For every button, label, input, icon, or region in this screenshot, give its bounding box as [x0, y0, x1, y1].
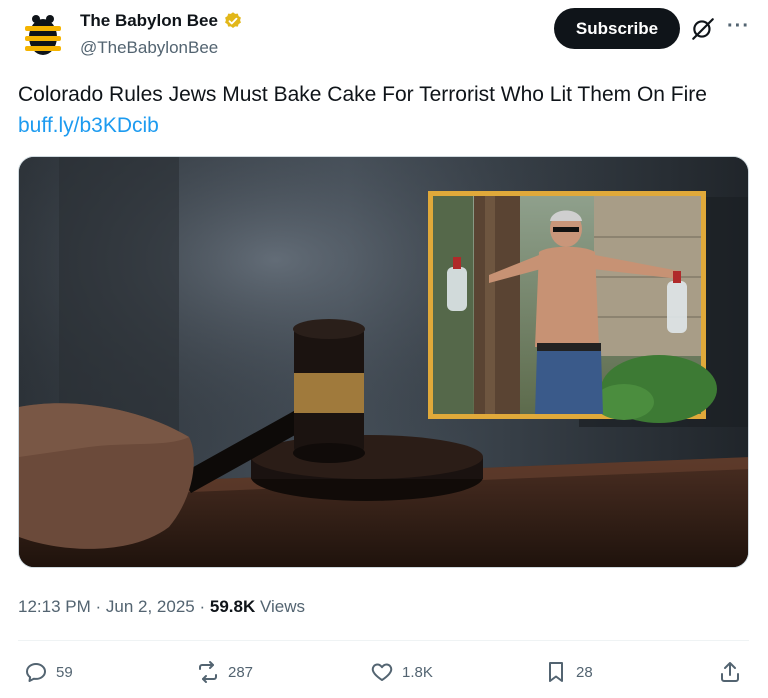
divider: [18, 640, 749, 641]
separator: ·: [199, 597, 210, 616]
reply-button[interactable]: 59: [24, 656, 73, 688]
like-count: 1.8K: [402, 663, 433, 681]
grok-icon[interactable]: [690, 16, 716, 42]
share-button[interactable]: [718, 656, 742, 688]
repost-count: 287: [228, 663, 254, 681]
heart-icon: [371, 663, 393, 681]
reply-count: 59: [56, 663, 73, 681]
share-icon: [721, 662, 739, 682]
subscribe-button[interactable]: Subscribe: [554, 8, 680, 49]
bookmark-icon: [549, 662, 563, 682]
bookmark-count: 28: [576, 663, 593, 681]
verified-badge-icon: [225, 12, 241, 28]
account-handle[interactable]: @TheBabylonBee: [80, 38, 218, 58]
post-date[interactable]: Jun 2, 2025: [106, 597, 195, 616]
gavel-photo: [19, 157, 748, 567]
post-link[interactable]: buff.ly/b3KDcib: [18, 114, 159, 138]
babylon-bee-logo-icon: [18, 10, 68, 60]
post-image[interactable]: [18, 156, 749, 568]
account-name[interactable]: The Babylon Bee: [80, 11, 243, 31]
views-label: Views: [259, 597, 306, 616]
like-button[interactable]: 1.8K: [370, 656, 433, 688]
repost-button[interactable]: 287: [196, 656, 253, 688]
separator: ·: [95, 597, 106, 616]
bookmark-button[interactable]: 28: [544, 656, 593, 688]
post-time[interactable]: 12:13 PM: [18, 597, 91, 616]
reply-icon: [26, 663, 46, 682]
post-text: Colorado Rules Jews Must Bake Cake For T…: [18, 83, 707, 106]
post-timestamp: 12:13 PM · Jun 2, 2025 · 59.8K Views: [18, 597, 305, 617]
more-icon[interactable]: ···: [727, 15, 750, 38]
repost-icon: [199, 661, 217, 683]
views-count: 59.8K: [209, 597, 256, 616]
account-name-text[interactable]: The Babylon Bee: [80, 11, 218, 31]
avatar[interactable]: [18, 10, 68, 60]
